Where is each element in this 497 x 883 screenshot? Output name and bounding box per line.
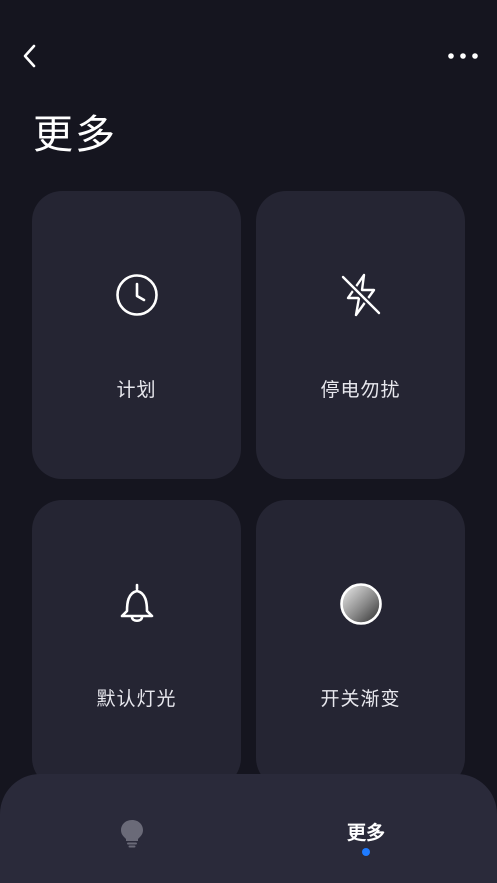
power-outage-dnd-card[interactable]: 停电勿扰 (256, 191, 465, 479)
nav-item-light[interactable] (62, 804, 202, 864)
default-light-label: 默认灯光 (96, 688, 177, 710)
switch-fade-label: 开关渐变 (320, 688, 401, 710)
bulb-icon (121, 820, 143, 848)
clock-icon (113, 271, 161, 319)
default-light-card[interactable]: 默认灯光 (32, 500, 241, 788)
power-outage-dnd-label: 停电勿扰 (320, 379, 401, 401)
bottom-navigation: 更多 (0, 774, 497, 883)
nav-more-label: 更多 (346, 822, 385, 844)
nav-item-more[interactable]: 更多 (296, 804, 436, 864)
switch-fade-card[interactable]: 开关渐变 (256, 500, 465, 788)
bell-icon (113, 580, 161, 628)
more-screen: 更多 计划 停电勿扰 默认灯光 开关渐变 更多 (0, 0, 497, 883)
chevron-left-icon (23, 44, 36, 68)
page-title: 更多 (33, 112, 117, 158)
schedule-card[interactable]: 计划 (32, 191, 241, 479)
schedule-label: 计划 (116, 379, 157, 401)
gradient-circle-icon (337, 580, 385, 628)
more-options-button[interactable] (443, 38, 483, 74)
more-dots-icon (448, 53, 478, 59)
top-bar (0, 30, 497, 82)
no-lightning-icon (337, 271, 385, 319)
back-button[interactable] (12, 38, 48, 74)
active-indicator-dot (362, 848, 370, 856)
